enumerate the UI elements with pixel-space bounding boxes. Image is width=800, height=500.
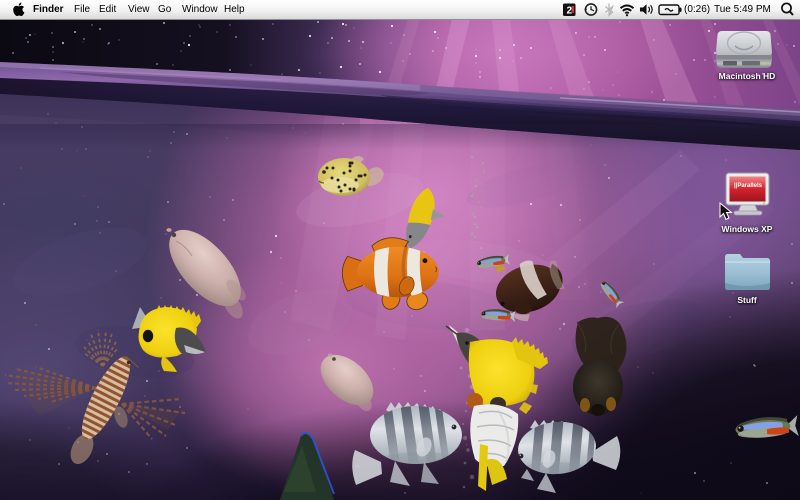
svg-text:||Parallels: ||Parallels <box>734 183 763 189</box>
